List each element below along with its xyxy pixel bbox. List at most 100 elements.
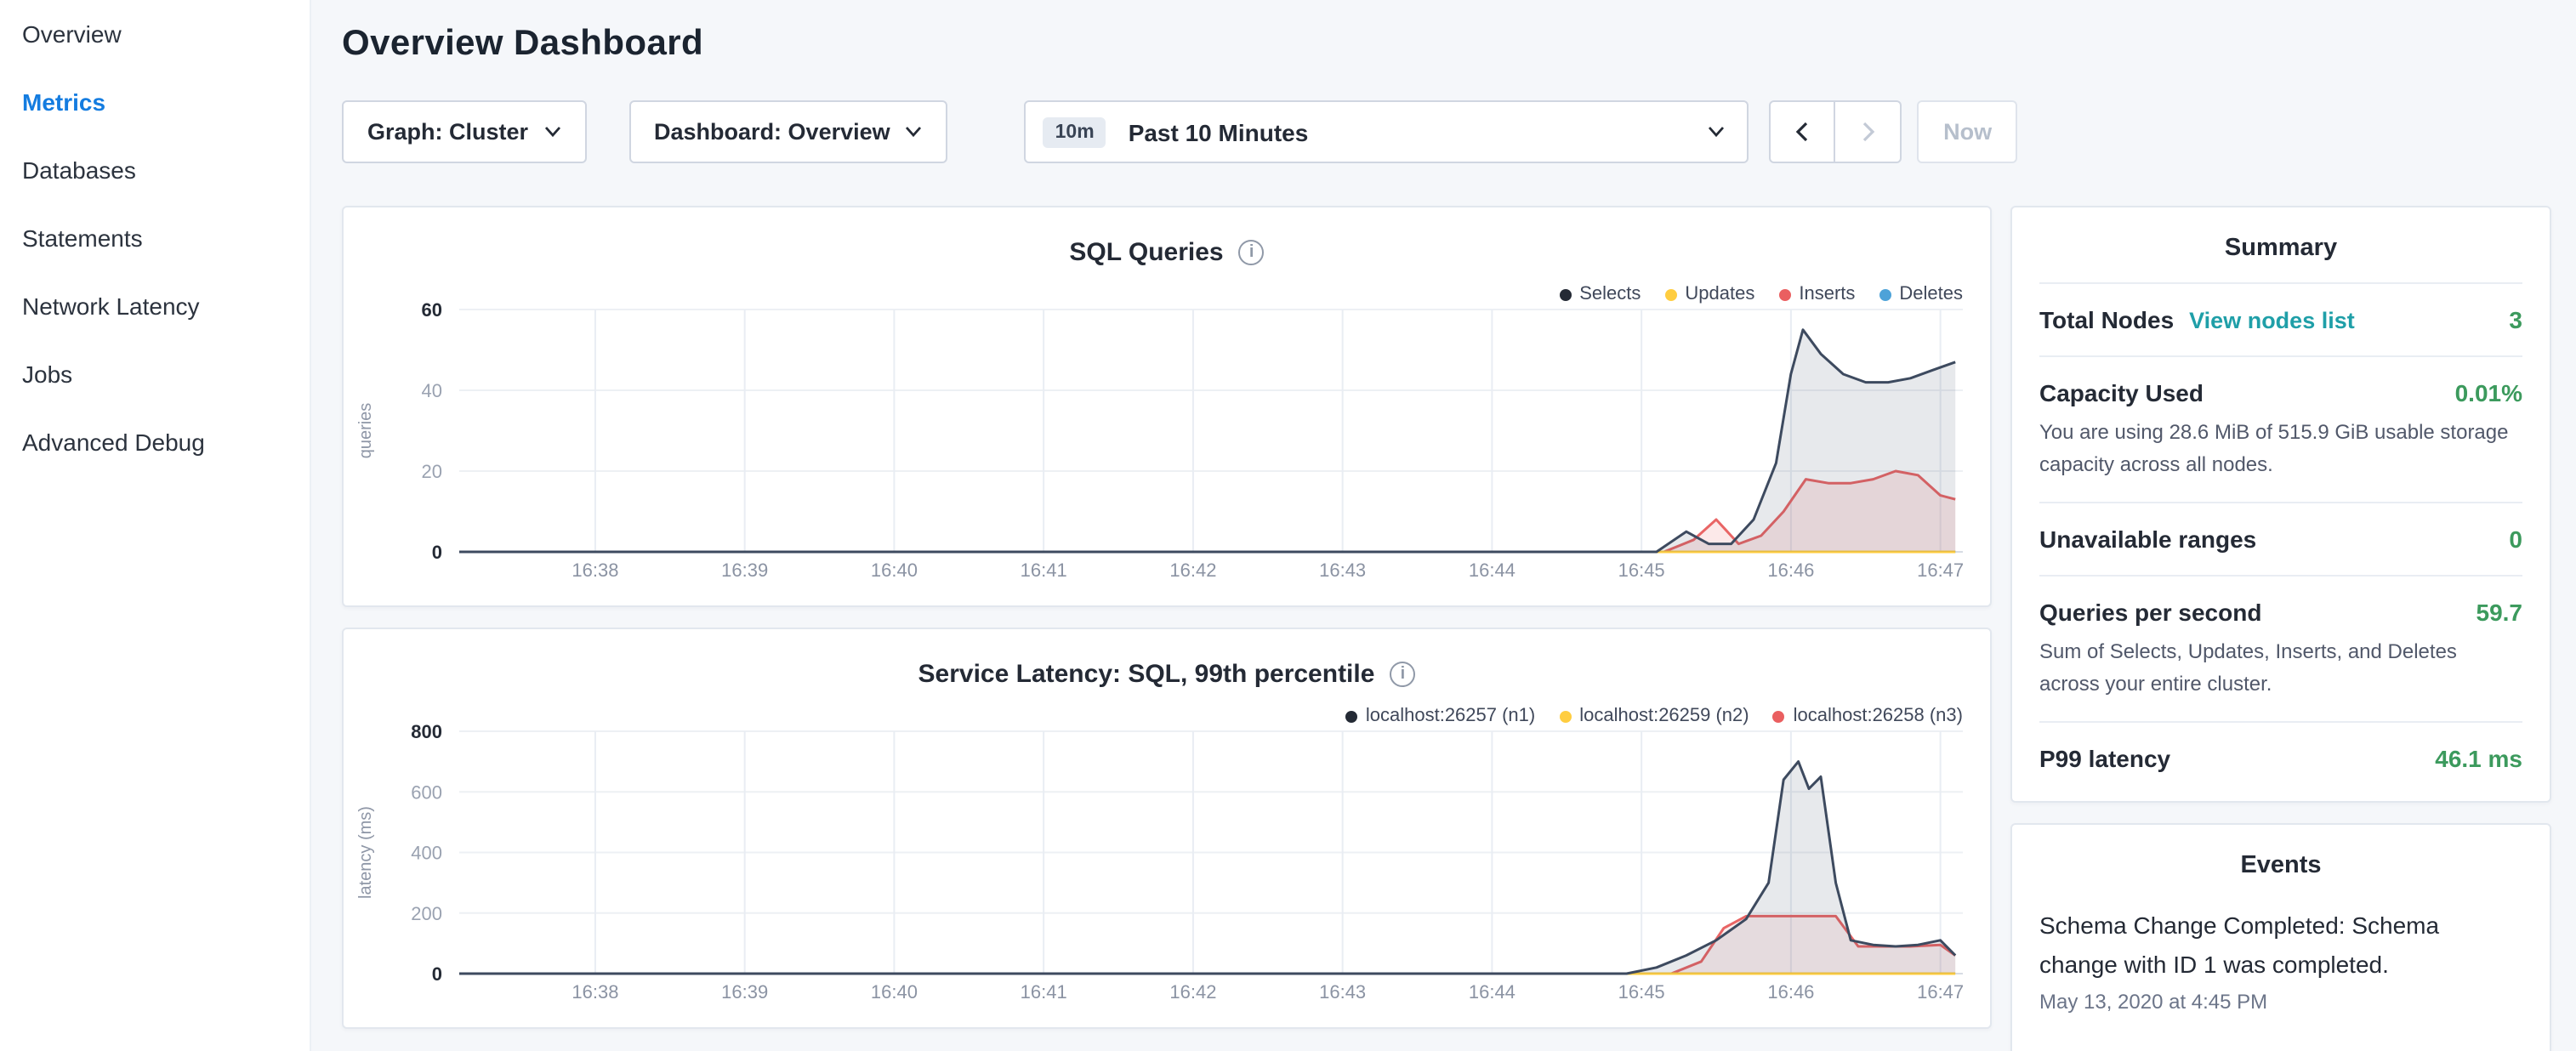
previous-range-button[interactable] xyxy=(1770,100,1836,163)
p99-latency-value: 46.1 ms xyxy=(2435,746,2522,773)
legend-label: Updates xyxy=(1685,284,1754,304)
chevron-down-icon xyxy=(906,126,923,138)
chevron-left-icon xyxy=(1795,121,1811,143)
info-icon[interactable]: i xyxy=(1239,240,1265,265)
events-title: Events xyxy=(2039,826,2522,900)
svg-text:latency (ms): latency (ms) xyxy=(356,806,375,899)
legend-label: Selects xyxy=(1579,284,1641,304)
charts-column: SQL Queries i Selects Updates Inserts Delet… xyxy=(342,206,1992,1049)
event-list-item[interactable]: Schema Change Completed: Schema change w… xyxy=(2039,907,2522,1014)
capacity-used-label: Capacity Used xyxy=(2039,379,2204,406)
time-step-buttons xyxy=(1770,100,1902,163)
total-nodes-value: 3 xyxy=(2509,306,2522,333)
queries-per-second-label: Queries per second xyxy=(2039,599,2261,626)
legend-dot-icon xyxy=(1559,710,1571,722)
svg-text:16:44: 16:44 xyxy=(1469,981,1515,1003)
summary-row-qps: Queries per second 59.7 Sum of Selects, … xyxy=(2039,575,2522,721)
summary-panel: Summary Total Nodes View nodes list 3 Ca… xyxy=(2010,206,2551,804)
legend-item: localhost:26257 (n1) xyxy=(1345,706,1535,726)
summary-row-unavailable-ranges: Unavailable ranges 0 xyxy=(2039,502,2522,575)
info-icon[interactable]: i xyxy=(1390,662,1415,687)
right-column: Summary Total Nodes View nodes list 3 Ca… xyxy=(2010,206,2551,1051)
queries-per-second-value: 59.7 xyxy=(2476,599,2523,626)
dashboard-dropdown[interactable]: Dashboard: Overview xyxy=(628,100,948,163)
svg-text:16:38: 16:38 xyxy=(571,560,618,581)
svg-text:16:39: 16:39 xyxy=(721,560,768,581)
service-latency-chart[interactable]: 020040060080016:3816:3916:4016:4116:4216… xyxy=(344,702,1990,1012)
svg-text:16:47: 16:47 xyxy=(1917,560,1964,581)
sidebar-item-advanced-debug[interactable]: Advanced Debug xyxy=(0,408,310,476)
unavailable-ranges-label: Unavailable ranges xyxy=(2039,526,2256,553)
sidebar: Overview Metrics Databases Statements Ne… xyxy=(0,0,311,1051)
svg-text:16:45: 16:45 xyxy=(1618,981,1665,1003)
chart-title: SQL Queries xyxy=(1069,238,1223,267)
sidebar-item-overview[interactable]: Overview xyxy=(0,0,310,68)
toolbar: Graph: Cluster Dashboard: Overview 10m P… xyxy=(342,100,2552,163)
svg-text:20: 20 xyxy=(422,461,442,482)
svg-text:60: 60 xyxy=(422,299,442,321)
sidebar-item-metrics[interactable]: Metrics xyxy=(0,68,310,136)
svg-text:16:47: 16:47 xyxy=(1917,981,1964,1003)
svg-text:16:41: 16:41 xyxy=(1021,560,1067,581)
chart-legend: Selects Updates Inserts Deletes xyxy=(1559,284,1963,304)
next-range-button[interactable] xyxy=(1836,100,1902,163)
chart-title: Service Latency: SQL, 99th percentile xyxy=(918,660,1375,689)
chevron-down-icon xyxy=(1709,126,1726,138)
sidebar-item-databases[interactable]: Databases xyxy=(0,136,310,204)
svg-text:16:46: 16:46 xyxy=(1767,560,1814,581)
dashboard-body: SQL Queries i Selects Updates Inserts Delet… xyxy=(342,206,2552,1051)
event-text: Schema Change Completed: Schema change w… xyxy=(2039,907,2522,984)
svg-text:800: 800 xyxy=(411,721,442,742)
svg-text:200: 200 xyxy=(411,903,442,924)
legend-dot-icon xyxy=(1559,288,1571,300)
legend-item: Selects xyxy=(1559,284,1641,304)
sidebar-item-statements[interactable]: Statements xyxy=(0,204,310,272)
legend-item: Updates xyxy=(1664,284,1754,304)
unavailable-ranges-value: 0 xyxy=(2509,526,2522,553)
legend-item: Deletes xyxy=(1879,284,1963,304)
svg-text:16:42: 16:42 xyxy=(1169,981,1216,1003)
events-panel: Events Schema Change Completed: Schema c… xyxy=(2010,824,2551,1051)
svg-text:0: 0 xyxy=(432,542,442,563)
legend-item: localhost:26258 (n3) xyxy=(1773,706,1963,726)
legend-item: localhost:26259 (n2) xyxy=(1559,706,1749,726)
svg-text:16:42: 16:42 xyxy=(1169,560,1216,581)
now-button[interactable]: Now xyxy=(1918,100,2018,163)
sidebar-item-jobs[interactable]: Jobs xyxy=(0,340,310,408)
svg-text:16:45: 16:45 xyxy=(1618,560,1665,581)
legend-dot-icon xyxy=(1879,288,1891,300)
graph-dropdown-label: Graph: Cluster xyxy=(367,119,528,145)
legend-label: Deletes xyxy=(1899,284,1963,304)
sidebar-item-network-latency[interactable]: Network Latency xyxy=(0,272,310,340)
service-latency-chart-card: Service Latency: SQL, 99th percentile i … xyxy=(342,628,1992,1029)
chevron-down-icon xyxy=(543,126,560,138)
legend-label: localhost:26258 (n3) xyxy=(1794,706,1963,726)
dashboard-dropdown-label: Dashboard: Overview xyxy=(654,119,890,145)
app-viewport: Overview Metrics Databases Statements Ne… xyxy=(0,0,2576,1051)
legend-item: Inserts xyxy=(1778,284,1855,304)
sql-queries-chart[interactable]: 020406016:3816:3916:4016:4116:4216:4316:… xyxy=(344,281,1990,590)
svg-text:16:44: 16:44 xyxy=(1469,560,1515,581)
page-title: Overview Dashboard xyxy=(342,24,2552,65)
time-range-badge: 10m xyxy=(1043,116,1106,147)
svg-text:40: 40 xyxy=(422,380,442,401)
svg-text:queries: queries xyxy=(356,403,375,459)
svg-text:16:40: 16:40 xyxy=(871,981,918,1003)
time-range-label: Past 10 Minutes xyxy=(1129,118,1309,145)
graph-dropdown[interactable]: Graph: Cluster xyxy=(342,100,586,163)
svg-text:16:39: 16:39 xyxy=(721,981,768,1003)
chart-legend: localhost:26257 (n1) localhost:26259 (n2)… xyxy=(1345,706,1963,726)
view-nodes-link[interactable]: View nodes list xyxy=(2189,308,2355,333)
legend-label: Inserts xyxy=(1799,284,1855,304)
svg-text:16:40: 16:40 xyxy=(871,560,918,581)
svg-text:16:41: 16:41 xyxy=(1021,981,1067,1003)
time-range-picker[interactable]: 10m Past 10 Minutes xyxy=(1025,100,1749,163)
queries-per-second-description: Sum of Selects, Updates, Inserts, and De… xyxy=(2039,636,2522,699)
legend-label: localhost:26259 (n2) xyxy=(1579,706,1749,726)
legend-dot-icon xyxy=(1778,288,1790,300)
event-timestamp: May 13, 2020 at 4:45 PM xyxy=(2039,990,2522,1014)
legend-dot-icon xyxy=(1773,710,1785,722)
svg-text:16:43: 16:43 xyxy=(1319,981,1366,1003)
chevron-right-icon xyxy=(1861,121,1876,143)
legend-dot-icon xyxy=(1345,710,1357,722)
